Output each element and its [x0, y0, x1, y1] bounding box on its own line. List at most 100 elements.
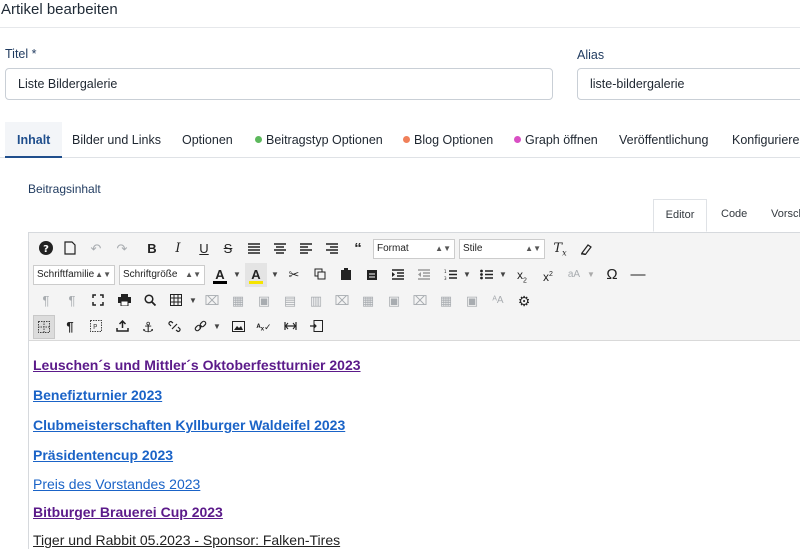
- updown-icon: ▲▼: [95, 270, 111, 279]
- new-document-icon[interactable]: [59, 237, 81, 261]
- superscript-icon[interactable]: x2: [537, 263, 559, 287]
- align-center-icon[interactable]: [269, 237, 291, 261]
- svg-text:P: P: [93, 323, 97, 331]
- upload-icon[interactable]: [111, 315, 133, 339]
- tab-beitragstyp-optionen[interactable]: Beitragstyp Optionen: [255, 122, 383, 158]
- tab-optionen[interactable]: Optionen: [182, 122, 233, 158]
- content-link[interactable]: Clubmeisterschaften Kyllburger Waldeifel…: [33, 417, 345, 433]
- chevron-down-icon[interactable]: ▼: [587, 263, 595, 287]
- nonbreaking-space-icon[interactable]: [279, 315, 301, 339]
- print-icon[interactable]: [113, 289, 135, 313]
- fullscreen-icon[interactable]: [87, 289, 109, 313]
- text-color-icon[interactable]: A: [209, 263, 231, 287]
- highlight-color-icon[interactable]: A: [245, 263, 267, 287]
- italic-icon[interactable]: I: [167, 237, 189, 261]
- font-size-select[interactable]: Schriftgröße ▲▼: [119, 265, 205, 285]
- tab-inhalt[interactable]: Inhalt: [5, 122, 63, 158]
- visual-aid-icon[interactable]: [33, 315, 55, 339]
- subscript-icon[interactable]: x2: [511, 263, 533, 287]
- content-link[interactable]: Bitburger Brauerei Cup 2023: [33, 504, 223, 520]
- content-link[interactable]: Präsidentencup 2023: [33, 447, 173, 463]
- chevron-down-icon[interactable]: ▼: [189, 289, 197, 313]
- page-break-icon[interactable]: P: [85, 315, 107, 339]
- horizontal-rule-icon[interactable]: —: [627, 263, 649, 287]
- unlink-icon[interactable]: [163, 315, 185, 339]
- table-delete-icon[interactable]: ⌧: [201, 289, 223, 313]
- paste-text-icon[interactable]: [361, 263, 383, 287]
- anchor-icon[interactable]: ⚓: [137, 315, 159, 339]
- chevron-down-icon[interactable]: ▼: [463, 263, 471, 287]
- help-icon[interactable]: ?: [35, 237, 57, 261]
- chevron-down-icon[interactable]: ▼: [233, 263, 241, 287]
- bold-icon[interactable]: B: [141, 237, 163, 261]
- font-size-adjust-icon[interactable]: ᴬA: [487, 289, 509, 313]
- align-justify-icon[interactable]: [243, 237, 265, 261]
- table-icon[interactable]: [165, 289, 187, 313]
- svg-text:3: 3: [444, 276, 447, 280]
- undo-icon[interactable]: ↶: [85, 237, 107, 261]
- bullet-list-icon[interactable]: [475, 263, 497, 287]
- redo-icon[interactable]: ↷: [111, 237, 133, 261]
- font-family-label: Schriftfamilie: [37, 269, 95, 280]
- copy-icon[interactable]: [309, 263, 331, 287]
- tab-konfigurieren[interactable]: Konfigurieren: [732, 122, 800, 158]
- stile-select[interactable]: Stile ▲▼: [459, 239, 545, 259]
- tab-label: Beitragstyp Optionen: [266, 133, 383, 147]
- indent-icon[interactable]: [387, 263, 409, 287]
- editor-tab-code[interactable]: Code: [721, 199, 747, 232]
- gear-icon[interactable]: ⚙: [513, 289, 535, 313]
- strikethrough-icon[interactable]: S: [217, 237, 239, 261]
- table-merge-icon[interactable]: ▤: [279, 289, 301, 313]
- blockquote-icon[interactable]: “: [347, 237, 369, 261]
- editor-tab-editor[interactable]: Editor: [653, 199, 707, 232]
- rtl-direction-icon[interactable]: ¶: [61, 289, 83, 313]
- chevron-down-icon[interactable]: ▼: [499, 263, 507, 287]
- table-delete-col-icon[interactable]: ▣: [461, 289, 483, 313]
- clear-formatting-icon[interactable]: Tx: [549, 237, 571, 261]
- table-insert-row-after-icon[interactable]: ▦: [357, 289, 379, 313]
- numbered-list-icon[interactable]: 13: [439, 263, 461, 287]
- alias-label: Alias: [577, 48, 605, 62]
- table-cell-props-icon[interactable]: ▣: [253, 289, 275, 313]
- table-split-icon[interactable]: ▥: [305, 289, 327, 313]
- search-icon[interactable]: [139, 289, 161, 313]
- svg-text:?: ?: [43, 244, 49, 255]
- format-select[interactable]: Format ▲▼: [373, 239, 455, 259]
- content-link[interactable]: Leuschen´s und Mittler´s Oktoberfestturn…: [33, 357, 361, 373]
- special-character-icon[interactable]: Ω: [601, 263, 623, 287]
- content-link[interactable]: Benefizturnier 2023: [33, 387, 162, 403]
- chevron-down-icon[interactable]: ▼: [271, 263, 279, 287]
- table-row-props-icon[interactable]: ▦: [227, 289, 249, 313]
- alias-input[interactable]: liste-bildergalerie: [577, 68, 800, 100]
- image-icon[interactable]: [227, 315, 249, 339]
- tab-label: Blog Optionen: [414, 133, 494, 147]
- cut-icon[interactable]: ✂: [283, 263, 305, 287]
- outdent-icon[interactable]: [413, 263, 435, 287]
- paint-format-icon[interactable]: [575, 237, 597, 261]
- tab-blog-optionen[interactable]: Blog Optionen: [403, 122, 493, 158]
- content-link[interactable]: Tiger und Rabbit 05.2023 - Sponsor: Falk…: [33, 532, 340, 548]
- title-input[interactable]: Liste Bildergalerie: [5, 68, 553, 100]
- tab-graph-oeffnen[interactable]: Graph öffnen: [514, 122, 598, 158]
- align-right-icon[interactable]: [321, 237, 343, 261]
- font-case-icon[interactable]: aA: [563, 263, 585, 287]
- paste-icon[interactable]: [335, 263, 357, 287]
- paragraph-icon[interactable]: ¶: [59, 315, 81, 339]
- table-insert-row-before-icon[interactable]: ⌧: [331, 289, 353, 313]
- tab-bilder-und-links[interactable]: Bilder und Links: [72, 122, 161, 158]
- content-link[interactable]: Preis des Vorstandes 2023: [33, 476, 200, 492]
- align-left-icon[interactable]: [295, 237, 317, 261]
- table-insert-col-before-icon[interactable]: ⌧: [409, 289, 431, 313]
- editor-tab-preview[interactable]: Vorsch: [771, 199, 800, 232]
- tab-veroeffentlichung[interactable]: Veröffentlichung: [619, 122, 708, 158]
- table-insert-col-after-icon[interactable]: ▦: [435, 289, 457, 313]
- font-family-select[interactable]: Schriftfamilie ▲▼: [33, 265, 115, 285]
- template-icon[interactable]: [305, 315, 327, 339]
- chevron-down-icon[interactable]: ▼: [213, 315, 221, 339]
- page-title: Artikel bearbeiten: [1, 1, 118, 18]
- underline-icon[interactable]: U: [193, 237, 215, 261]
- link-icon[interactable]: [189, 315, 211, 339]
- table-delete-row-icon[interactable]: ▣: [383, 289, 405, 313]
- spellcheck-icon[interactable]: ᴬₓ✓: [253, 315, 275, 339]
- ltr-direction-icon[interactable]: ¶: [35, 289, 57, 313]
